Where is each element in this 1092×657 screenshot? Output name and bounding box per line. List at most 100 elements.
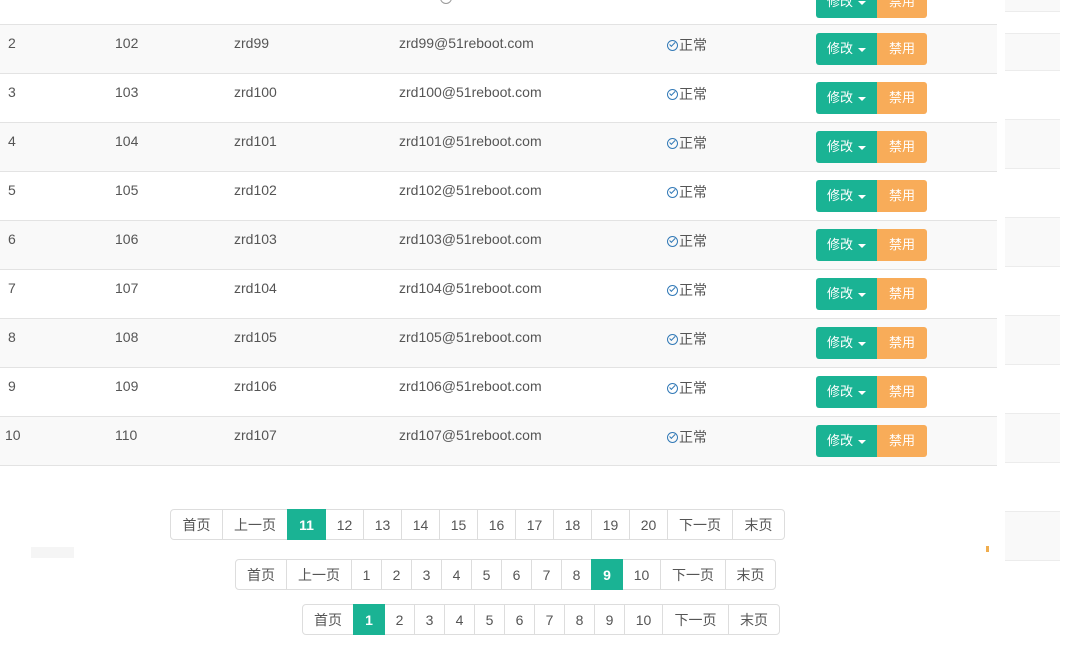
- page-button-active[interactable]: 9: [591, 559, 623, 590]
- page-button[interactable]: 6: [504, 604, 535, 635]
- last-page-button[interactable]: 末页: [728, 604, 780, 635]
- page-button[interactable]: 20: [629, 509, 668, 540]
- user-id: 102: [115, 35, 139, 51]
- edit-button[interactable]: 修改: [816, 327, 877, 359]
- check-circle-icon: [667, 333, 678, 345]
- username: zrd100: [234, 84, 277, 100]
- last-page-button[interactable]: 末页: [732, 509, 785, 540]
- ban-button[interactable]: 禁用: [877, 0, 927, 18]
- status-text: 正常: [679, 86, 707, 102]
- row-index: 10: [5, 427, 21, 443]
- page-button[interactable]: 4: [444, 604, 475, 635]
- table-row: 3 103 zrd100 zrd100@51reboot.com 正常 修改 禁用: [0, 73, 997, 122]
- page-button[interactable]: 10: [624, 604, 663, 635]
- email: zrd103@51reboot.com: [399, 231, 542, 247]
- page-button[interactable]: 3: [411, 559, 442, 590]
- row-index: 9: [8, 378, 16, 394]
- row-index: 3: [8, 84, 16, 100]
- last-page-button[interactable]: 末页: [725, 559, 776, 590]
- edit-button[interactable]: 修改: [816, 131, 877, 163]
- page-button[interactable]: 12: [325, 509, 364, 540]
- page-button[interactable]: 9: [594, 604, 625, 635]
- first-page-button[interactable]: 首页: [235, 559, 287, 590]
- next-page-button[interactable]: 下一页: [667, 509, 733, 540]
- page-button[interactable]: 5: [474, 604, 505, 635]
- caret-down-icon: [858, 194, 867, 199]
- edit-button[interactable]: 修改: [816, 33, 877, 65]
- ban-button[interactable]: 禁用: [877, 131, 927, 163]
- ban-button[interactable]: 禁用: [877, 82, 927, 114]
- status-badge: 正常: [667, 133, 707, 153]
- page-button[interactable]: 18: [553, 509, 592, 540]
- caret-down-icon: [858, 0, 867, 5]
- caret-down-icon: [858, 292, 867, 297]
- page-button[interactable]: 14: [401, 509, 440, 540]
- page-button[interactable]: 7: [531, 559, 562, 590]
- ban-button[interactable]: 禁用: [877, 376, 927, 408]
- edit-button[interactable]: 修改: [816, 229, 877, 261]
- page-button[interactable]: 8: [561, 559, 592, 590]
- page-button[interactable]: 5: [471, 559, 502, 590]
- table-row: 7 107 zrd104 zrd104@51reboot.com 正常 修改 禁用: [0, 269, 997, 318]
- ban-button[interactable]: 禁用: [877, 425, 927, 457]
- row-actions: 修改 禁用: [816, 82, 927, 114]
- check-circle-icon: [667, 39, 678, 51]
- ban-button[interactable]: 禁用: [877, 229, 927, 261]
- page-button[interactable]: 10: [622, 559, 661, 590]
- page-button[interactable]: 13: [363, 509, 402, 540]
- prev-page-button[interactable]: 上一页: [286, 559, 352, 590]
- page-button[interactable]: 2: [384, 604, 415, 635]
- first-page-button[interactable]: 首页: [302, 604, 354, 635]
- page-button[interactable]: 8: [564, 604, 595, 635]
- next-page-button[interactable]: 下一页: [660, 559, 726, 590]
- username: zrd105: [234, 329, 277, 345]
- row-index: 5: [8, 182, 16, 198]
- ghost-strip: [31, 547, 74, 558]
- status-text: 正常: [679, 282, 707, 298]
- first-page-button[interactable]: 首页: [170, 509, 223, 540]
- table-row: 8 108 zrd105 zrd105@51reboot.com 正常 修改 禁用: [0, 318, 997, 367]
- page-button[interactable]: 6: [501, 559, 532, 590]
- page-button[interactable]: 15: [439, 509, 478, 540]
- page-button[interactable]: 3: [414, 604, 445, 635]
- page-button-active[interactable]: 1: [353, 604, 385, 635]
- status-text: 正常: [679, 184, 707, 200]
- ban-button[interactable]: 禁用: [877, 180, 927, 212]
- row-index: 6: [8, 231, 16, 247]
- edit-button[interactable]: 修改: [816, 425, 877, 457]
- ban-button[interactable]: 禁用: [877, 33, 927, 65]
- status-text: 正常: [679, 380, 707, 396]
- page-button[interactable]: 7: [534, 604, 565, 635]
- row-index: 2: [8, 35, 16, 51]
- ban-button[interactable]: 禁用: [877, 327, 927, 359]
- check-circle-icon: [667, 382, 678, 394]
- status-badge: 正常: [667, 84, 707, 104]
- page-button[interactable]: 2: [381, 559, 412, 590]
- ghost-orange-mark: [986, 546, 989, 552]
- username: zrd101: [234, 133, 277, 149]
- ghost-table-cell: [1005, 413, 1060, 463]
- edit-button[interactable]: 修改: [816, 82, 877, 114]
- check-circle-icon: [667, 137, 678, 149]
- edit-button[interactable]: 修改: [816, 0, 877, 18]
- prev-page-button[interactable]: 上一页: [222, 509, 288, 540]
- page-button[interactable]: 4: [441, 559, 472, 590]
- page-button[interactable]: 19: [591, 509, 630, 540]
- page-button[interactable]: 16: [477, 509, 516, 540]
- row-index: 8: [8, 329, 16, 345]
- user-id: 109: [115, 378, 139, 394]
- email: zrd102@51reboot.com: [399, 182, 542, 198]
- page-button[interactable]: 1: [351, 559, 382, 590]
- next-page-button[interactable]: 下一页: [662, 604, 729, 635]
- table-row: 10 110 zrd107 zrd107@51reboot.com 正常 修改 禁用: [0, 416, 997, 466]
- edit-button[interactable]: 修改: [816, 180, 877, 212]
- check-circle-icon: [667, 186, 678, 198]
- page-button-active[interactable]: 11: [287, 509, 326, 540]
- row-actions: 修改 禁用: [816, 278, 927, 310]
- status-badge: 正常: [667, 378, 707, 398]
- edit-button[interactable]: 修改: [816, 376, 877, 408]
- edit-button[interactable]: 修改: [816, 278, 877, 310]
- row-index: 7: [8, 280, 16, 296]
- ban-button[interactable]: 禁用: [877, 278, 927, 310]
- page-button[interactable]: 17: [515, 509, 554, 540]
